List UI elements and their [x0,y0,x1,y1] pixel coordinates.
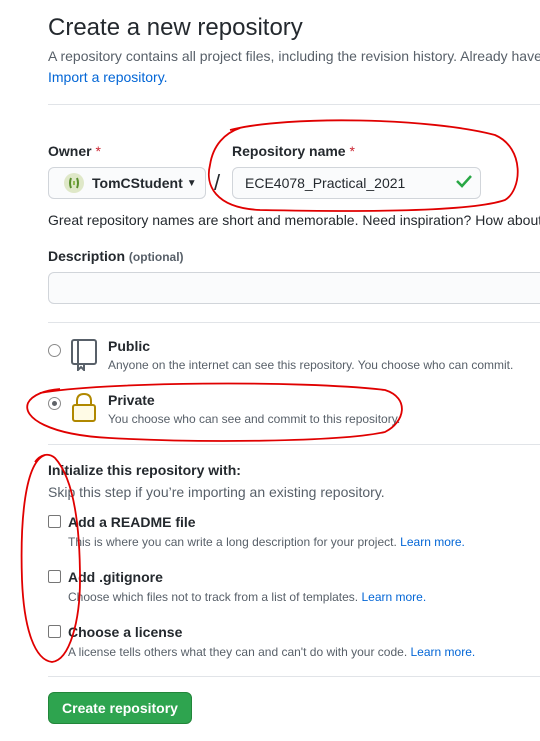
initialize-subheading: Skip this step if you’re importing an ex… [48,484,385,500]
readme-note: This is where you can write a long descr… [68,535,465,549]
readme-note-text: This is where you can write a long descr… [68,535,397,549]
public-note: Anyone on the internet can see this repo… [108,358,514,372]
check-icon [456,175,472,188]
divider [48,444,540,445]
page-title: Create a new repository [48,14,303,41]
description-label-text: Description [48,248,126,264]
name-hint: Great repository names are short and mem… [48,212,540,228]
license-note-text: A license tells others what they can and… [68,645,408,659]
readme-checkbox[interactable] [48,515,61,528]
page-intro: A repository contains all project files,… [48,48,540,64]
avatar [64,173,84,193]
owner-label: Owner * [48,143,101,159]
gitignore-title: Add .gitignore [68,569,163,585]
license-title: Choose a license [68,624,183,640]
gitignore-checkbox[interactable] [48,570,61,583]
chevron-down-icon: ▼ [186,177,197,189]
private-radio[interactable] [48,397,61,410]
owner-repo-separator: / [214,170,221,195]
description-optional: (optional) [128,250,184,264]
owner-required-mark: * [95,143,101,159]
avatar-icon [69,177,79,189]
gitignore-note-text: Choose which files not to track from a l… [68,590,359,604]
readme-title: Add a README file [68,514,196,530]
gitignore-note: Choose which files not to track from a l… [68,590,426,604]
description-input[interactable] [48,272,540,304]
readme-learn-more-link[interactable]: Learn more. [400,535,465,549]
repo-name-label-text: Repository name [232,143,346,159]
license-learn-more-link[interactable]: Learn more. [411,645,476,659]
owner-dropdown[interactable]: TomCStudent ▼ [48,167,206,199]
gitignore-learn-more-link[interactable]: Learn more. [361,590,426,604]
divider [48,322,540,323]
public-title: Public [108,338,151,354]
public-radio[interactable] [48,344,61,357]
divider [48,676,540,677]
description-label: Description (optional) [48,248,184,264]
create-repository-button[interactable]: Create repository [48,692,192,724]
private-title: Private [108,392,155,408]
import-repository-link[interactable]: Import a repository. [48,69,168,85]
repo-name-label: Repository name * [232,143,355,159]
license-checkbox[interactable] [48,625,61,638]
license-note: A license tells others what they can and… [68,645,475,659]
lock-icon [72,392,96,422]
owner-label-text: Owner [48,143,92,159]
owner-selected: TomCStudent [92,175,183,191]
initialize-heading: Initialize this repository with: [48,462,241,478]
divider [48,104,540,105]
private-note: You choose who can see and commit to thi… [108,412,401,426]
repo-name-required-mark: * [349,143,355,159]
repository-name-input[interactable] [232,167,481,199]
repo-book-icon [71,339,97,371]
